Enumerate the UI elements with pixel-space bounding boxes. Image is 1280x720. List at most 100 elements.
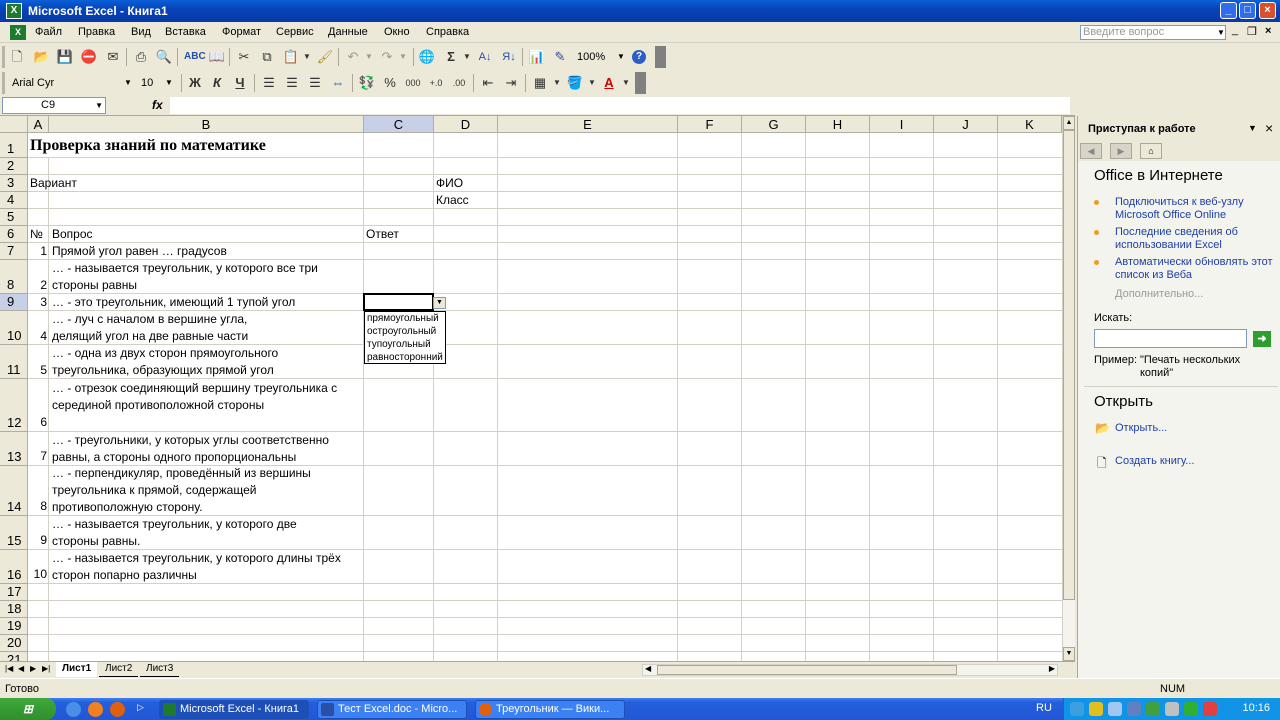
menu-insert[interactable]: Вставка: [165, 26, 206, 38]
language-indicator[interactable]: RU: [1036, 702, 1052, 714]
underline-button[interactable]: Ч: [231, 74, 249, 92]
chart-wizard-icon[interactable]: 📊: [528, 48, 546, 66]
increase-decimal-icon[interactable]: +.0: [427, 74, 445, 92]
zoom-dropdown-icon[interactable]: ▼: [615, 49, 627, 65]
sheet-tab-1[interactable]: Лист1: [56, 662, 98, 677]
question-number[interactable]: 10: [28, 566, 47, 583]
row-header[interactable]: 4: [0, 192, 28, 209]
link-office-online[interactable]: Подключиться к веб-узлу Microsoft Office…: [1115, 196, 1275, 222]
name-box[interactable]: C9 ▼: [2, 97, 106, 114]
menu-view[interactable]: Вид: [131, 26, 151, 38]
scroll-right-icon[interactable]: ▶: [1049, 664, 1055, 673]
class-label[interactable]: Класс: [436, 192, 469, 209]
question-number[interactable]: 9: [28, 532, 47, 549]
maximize-button[interactable]: □: [1239, 2, 1256, 19]
home-icon[interactable]: ⌂: [1140, 143, 1162, 159]
column-header-f[interactable]: F: [678, 116, 742, 133]
first-sheet-icon[interactable]: |◀: [5, 664, 13, 673]
menu-edit[interactable]: Правка: [78, 26, 115, 38]
dropdown-option[interactable]: тупоугольный: [367, 338, 445, 351]
number-header[interactable]: №: [30, 226, 43, 243]
task-pane-search-input[interactable]: [1094, 329, 1247, 348]
answer-header[interactable]: Ответ: [366, 226, 399, 243]
cut-icon[interactable]: ✂: [235, 48, 253, 66]
column-header-g[interactable]: G: [742, 116, 806, 133]
close-button[interactable]: ×: [1259, 2, 1276, 19]
align-center-icon[interactable]: ☰: [283, 74, 301, 92]
firefox-icon[interactable]: [110, 702, 125, 717]
font-name-select[interactable]: Arial Cyr ▼: [8, 74, 136, 92]
borders-dropdown-icon[interactable]: ▼: [548, 74, 566, 92]
percent-button[interactable]: %: [381, 74, 399, 92]
menu-format[interactable]: Формат: [222, 26, 261, 38]
question-text[interactable]: … - называется треугольник, у которого в…: [52, 260, 360, 294]
tray-app-icon[interactable]: [1146, 702, 1160, 716]
task-firefox[interactable]: Треугольник — Вики...: [475, 700, 625, 719]
question-number[interactable]: 7: [28, 448, 47, 465]
link-more[interactable]: Дополнительно...: [1115, 288, 1275, 301]
column-header-b[interactable]: B: [49, 116, 364, 133]
align-left-icon[interactable]: ☰: [260, 74, 278, 92]
permission-icon[interactable]: ⛔: [80, 48, 98, 66]
bold-button[interactable]: Ж: [186, 74, 204, 92]
print-preview-icon[interactable]: 🔍: [155, 48, 173, 66]
select-all-corner[interactable]: [0, 116, 28, 133]
active-cell-c9[interactable]: [363, 293, 434, 311]
hyperlink-icon[interactable]: 🌐: [418, 48, 436, 66]
forward-icon[interactable]: ▶: [1110, 143, 1132, 159]
row-header[interactable]: 14: [0, 466, 28, 516]
row-header[interactable]: 17: [0, 584, 28, 601]
minimize-button[interactable]: _: [1220, 2, 1237, 19]
row-header[interactable]: 6: [0, 226, 28, 243]
search-go-icon[interactable]: ➜: [1253, 331, 1271, 347]
font-color-icon[interactable]: A: [600, 74, 618, 92]
question-number[interactable]: 2: [28, 277, 47, 294]
scroll-thumb[interactable]: [1063, 130, 1075, 600]
task-word[interactable]: Тест Excel.doc - Micro...: [317, 700, 467, 719]
menu-tools[interactable]: Сервис: [276, 26, 314, 38]
scroll-down-icon[interactable]: ▼: [1063, 647, 1075, 661]
fill-color-icon[interactable]: 🪣: [566, 74, 584, 92]
toolbar-grip[interactable]: [2, 72, 5, 94]
column-header-d[interactable]: D: [434, 116, 498, 133]
undo-dropdown-icon[interactable]: ▼: [360, 48, 378, 66]
question-number[interactable]: 6: [28, 414, 47, 431]
row-header[interactable]: 5: [0, 209, 28, 226]
browser-icon[interactable]: [88, 702, 103, 717]
volume-icon[interactable]: [1165, 702, 1179, 716]
hscroll-thumb[interactable]: [657, 665, 957, 675]
question-text[interactable]: … - перпендикуляр, проведённый из вершин…: [52, 465, 342, 516]
paste-dropdown-icon[interactable]: ▼: [298, 48, 316, 66]
open-icon[interactable]: 📂: [33, 48, 51, 66]
help-icon[interactable]: ?: [632, 50, 646, 64]
title-cell[interactable]: Проверка знаний по математике: [30, 135, 266, 157]
sort-ascending-icon[interactable]: A↓: [476, 48, 494, 66]
decrease-decimal-icon[interactable]: .00: [450, 74, 468, 92]
variant-label[interactable]: Вариант: [30, 175, 77, 192]
question-number[interactable]: 5: [28, 362, 47, 379]
column-header-a[interactable]: A: [28, 116, 49, 133]
question-text[interactable]: Прямой угол равен … градусов: [52, 243, 360, 260]
format-painter-icon[interactable]: 🖌: [316, 48, 334, 66]
start-button[interactable]: ⊞: [0, 698, 56, 720]
toolbar-options-icon[interactable]: [655, 46, 666, 68]
help-dropdown-icon[interactable]: ▼: [1217, 28, 1225, 37]
dropdown-option[interactable]: равносторонний: [367, 351, 445, 363]
fio-label[interactable]: ФИО: [436, 175, 463, 192]
row-header[interactable]: 10: [0, 311, 28, 345]
spelling-icon[interactable]: ABC: [184, 48, 206, 66]
question-header[interactable]: Вопрос: [52, 226, 93, 243]
row-header[interactable]: 18: [0, 601, 28, 618]
borders-icon[interactable]: ▦: [531, 74, 549, 92]
font-color-dropdown-icon[interactable]: ▼: [617, 74, 635, 92]
row-header[interactable]: 16: [0, 550, 28, 584]
column-header-k[interactable]: K: [998, 116, 1062, 133]
row-header[interactable]: 1: [0, 133, 28, 158]
excel-app-icon[interactable]: X: [6, 3, 22, 19]
link-open[interactable]: Открыть...: [1115, 422, 1275, 435]
dropdown-option[interactable]: остроугольный: [367, 325, 445, 338]
italic-button[interactable]: К: [208, 74, 226, 92]
show-desktop-icon[interactable]: [66, 702, 81, 717]
research-icon[interactable]: 📖: [208, 48, 226, 66]
menu-help[interactable]: Справка: [426, 26, 469, 38]
